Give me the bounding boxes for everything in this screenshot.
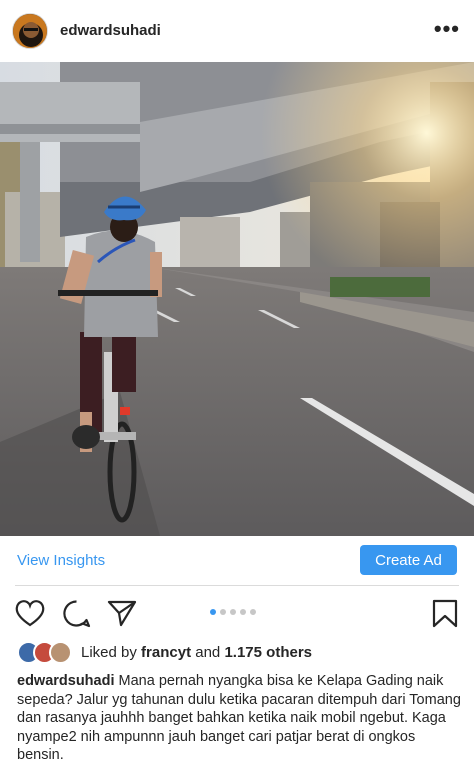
likes-user-link[interactable]: francyt [141, 644, 191, 661]
likes-prefix: Liked by [81, 643, 137, 661]
avatar[interactable] [12, 13, 48, 49]
likes-and: and [195, 643, 221, 661]
more-horizontal-icon[interactable]: ••• [434, 16, 460, 42]
carousel-indicator [210, 609, 256, 615]
post-photo[interactable] [0, 62, 474, 536]
liker-avatar [49, 640, 72, 664]
divider [15, 585, 459, 586]
carousel-dot [220, 609, 226, 615]
create-ad-button[interactable]: Create Ad [360, 545, 457, 575]
share-icon[interactable] [107, 599, 137, 632]
heart-icon[interactable] [15, 599, 45, 632]
carousel-dot-active [210, 609, 216, 615]
caption-username[interactable]: edwardsuhadi [17, 673, 115, 689]
likes-row: Liked by francyt and 1.175 others [17, 640, 312, 664]
carousel-dot [250, 609, 256, 615]
post-header: edwardsuhadi ••• [0, 0, 474, 62]
photo-scene [0, 62, 474, 536]
likes-others-link[interactable]: 1.175 others [224, 644, 312, 661]
post-username[interactable]: edwardsuhadi [60, 22, 161, 39]
carousel-dot [240, 609, 246, 615]
likes-summary: Liked by francyt and 1.175 others [81, 644, 312, 661]
post-caption: edwardsuhadi Mana pernah nyangka bisa ke… [17, 672, 462, 765]
avatar-image [13, 14, 47, 48]
carousel-dot [230, 609, 236, 615]
bookmark-icon[interactable] [432, 599, 458, 633]
comment-icon[interactable] [62, 599, 91, 633]
view-insights-link[interactable]: View Insights [17, 552, 105, 569]
